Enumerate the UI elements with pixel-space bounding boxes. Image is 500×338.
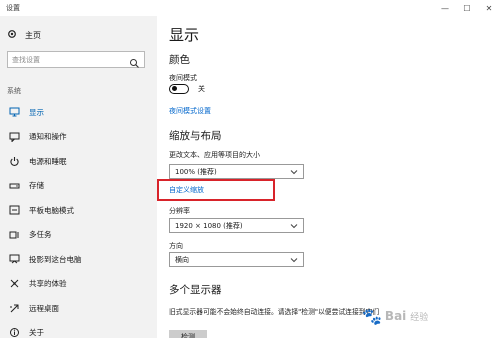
power-icon (8, 155, 20, 167)
orientation-label: 方向 (169, 242, 183, 250)
notification-icon (8, 131, 20, 143)
sidebar-item-storage[interactable]: 存储 (0, 174, 157, 199)
sidebar-item-notifications[interactable]: 通知和操作 (0, 125, 157, 150)
sidebar-item-label: 显示 (29, 107, 44, 117)
night-mode-row: 关 (169, 84, 205, 94)
multitask-icon (8, 229, 20, 241)
night-mode-state: 关 (198, 85, 205, 93)
main-content: 显示 颜色 夜间模式 关 夜间模式设置 缩放与布局 更改文本、应用等项目的大小 … (157, 16, 500, 338)
section-heading-color: 颜色 (169, 54, 190, 66)
storage-icon (8, 180, 20, 192)
search-icon[interactable] (129, 54, 140, 68)
settings-window: 设置 — ☐ ✕ 主页 系统 显示 (0, 0, 500, 338)
sidebar-item-label: 投影到这台电脑 (29, 254, 82, 264)
gear-icon (7, 29, 19, 42)
chevron-down-icon (290, 256, 298, 264)
sidebar-item-label: 共享的体验 (29, 279, 67, 289)
scale-label: 更改文本、应用等项目的大小 (169, 151, 260, 159)
project-icon (8, 253, 20, 265)
custom-scale-link[interactable]: 自定义缩放 (169, 185, 204, 195)
section-heading-scale-layout: 缩放与布局 (169, 130, 222, 142)
scale-dropdown[interactable]: 100% (推荐) (169, 164, 304, 179)
minimize-button[interactable]: — (434, 0, 456, 16)
sidebar-item-label: 关于 (29, 328, 44, 338)
sidebar-item-remote-desktop[interactable]: 远程桌面 (0, 296, 157, 321)
tablet-icon (8, 204, 20, 216)
share-icon (8, 278, 20, 290)
sidebar-item-label: 平板电脑模式 (29, 205, 74, 215)
night-mode-label: 夜间模式 (169, 74, 197, 82)
resolution-value: 1920 × 1080 (推荐) (175, 221, 243, 230)
sidebar-nav: 显示 通知和操作 电源和睡眠 存储 平板电脑模式 多任务 投影到这台电脑 共享的… (0, 100, 157, 338)
monitor-icon (8, 106, 20, 118)
paw-icon: 🐾 (362, 306, 382, 326)
sidebar-item-label: 电源和睡眠 (29, 156, 67, 166)
page-title: 显示 (169, 26, 200, 44)
resolution-dropdown[interactable]: 1920 × 1080 (推荐) (169, 218, 304, 233)
sidebar-item-label: 远程桌面 (29, 303, 59, 313)
toggle-knob (172, 86, 177, 92)
sidebar-item-tablet-mode[interactable]: 平板电脑模式 (0, 198, 157, 223)
sidebar-item-label: 多任务 (29, 230, 52, 240)
sidebar-item-display[interactable]: 显示 (0, 100, 157, 125)
section-heading-multiple-displays: 多个显示器 (169, 284, 222, 296)
sidebar-item-about[interactable]: 关于 (0, 321, 157, 338)
sidebar: 主页 系统 显示 通知和操作 (0, 16, 157, 338)
night-mode-toggle[interactable] (169, 84, 189, 94)
maximize-button[interactable]: ☐ (456, 0, 478, 16)
sidebar-home-label: 主页 (25, 30, 41, 40)
close-button[interactable]: ✕ (478, 0, 500, 16)
title-bar: 设置 — ☐ ✕ (0, 0, 500, 16)
sidebar-item-multitasking[interactable]: 多任务 (0, 223, 157, 248)
window-title: 设置 (6, 4, 20, 12)
watermark-sub: 经验 (410, 312, 429, 323)
watermark-logo: 🐾 Bai 经验 (362, 294, 500, 338)
sidebar-section-label: 系统 (7, 87, 21, 95)
orientation-dropdown[interactable]: 横向 (169, 252, 304, 267)
sidebar-item-label: 存储 (29, 181, 44, 191)
remote-desktop-icon (8, 302, 20, 314)
chevron-down-icon (290, 222, 298, 230)
night-mode-settings-link[interactable]: 夜间模式设置 (169, 106, 211, 116)
sidebar-item-label: 通知和操作 (29, 132, 67, 142)
chevron-down-icon (290, 168, 298, 176)
sidebar-item-power[interactable]: 电源和睡眠 (0, 149, 157, 174)
info-icon (8, 327, 20, 338)
sidebar-item-shared-experiences[interactable]: 共享的体验 (0, 272, 157, 297)
sidebar-item-project[interactable]: 投影到这台电脑 (0, 247, 157, 272)
search-box (7, 51, 145, 68)
search-input[interactable] (8, 55, 126, 64)
sidebar-home[interactable]: 主页 (7, 28, 41, 42)
orientation-value: 横向 (175, 255, 189, 264)
window-controls: — ☐ ✕ (434, 0, 500, 16)
watermark-text: Bai (384, 309, 407, 323)
detect-button[interactable]: 检测 (169, 330, 207, 338)
resolution-label: 分辨率 (169, 207, 190, 215)
scale-value: 100% (推荐) (175, 167, 217, 176)
